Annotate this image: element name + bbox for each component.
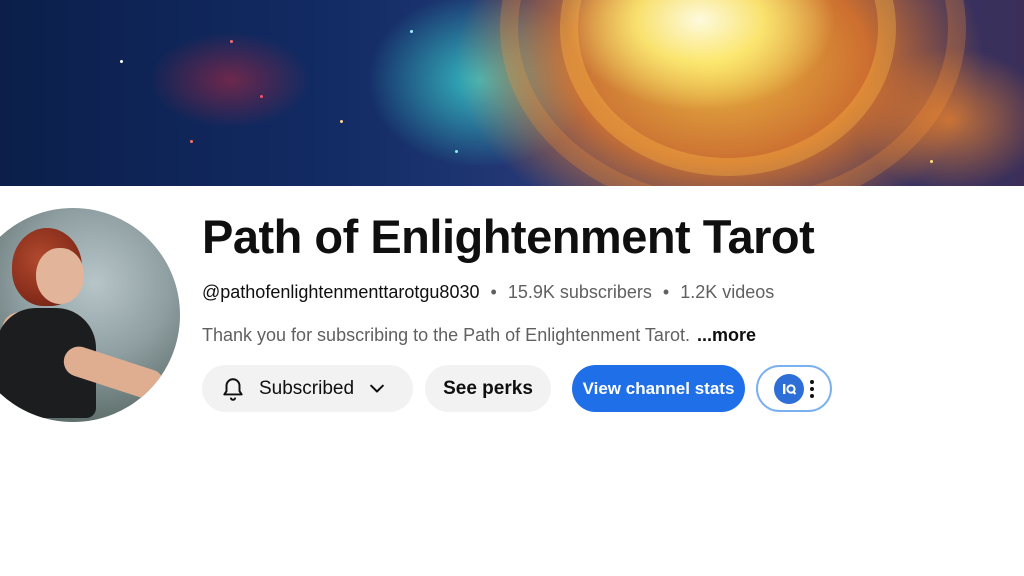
channel-avatar[interactable] [0, 208, 180, 422]
banner-star [340, 120, 343, 123]
vidiq-icon [774, 373, 804, 404]
see-perks-label: See perks [443, 377, 533, 399]
channel-banner [0, 0, 1024, 186]
video-count: 1.2K videos [680, 282, 775, 302]
see-perks-button[interactable]: See perks [425, 365, 551, 412]
channel-handle[interactable]: @pathofenlightenmenttarotgu8030 [202, 282, 479, 302]
subscribed-label: Subscribed [259, 377, 355, 399]
meta-separator: • [662, 282, 670, 302]
more-link[interactable]: ...more [697, 325, 756, 345]
subscribed-button[interactable]: Subscribed [202, 365, 413, 412]
view-channel-stats-label: View channel stats [582, 378, 735, 398]
banner-star [410, 30, 413, 33]
banner-star [190, 140, 193, 143]
banner-swirl [500, 0, 966, 186]
view-channel-stats-button[interactable]: View channel stats [572, 365, 745, 412]
more-vertical-icon [810, 379, 814, 398]
bell-icon [219, 375, 247, 403]
banner-star [120, 60, 123, 63]
meta-separator: • [490, 282, 497, 302]
subscriber-count: 15.9K subscribers [507, 282, 652, 302]
channel-meta: @pathofenlightenmenttarotgu8030 • 15.9K … [202, 282, 774, 303]
channel-description[interactable]: Thank you for subscribing to the Path of… [202, 325, 756, 346]
banner-star [260, 95, 263, 98]
banner-star [455, 150, 458, 153]
description-text: Thank you for subscribing to the Path of… [202, 325, 690, 345]
channel-title: Path of Enlightenment Tarot [202, 210, 815, 263]
extension-menu-button[interactable] [756, 365, 832, 412]
banner-star [230, 40, 233, 43]
banner-star [930, 160, 933, 163]
chevron-down-icon [366, 378, 388, 400]
avatar-face [36, 248, 84, 304]
